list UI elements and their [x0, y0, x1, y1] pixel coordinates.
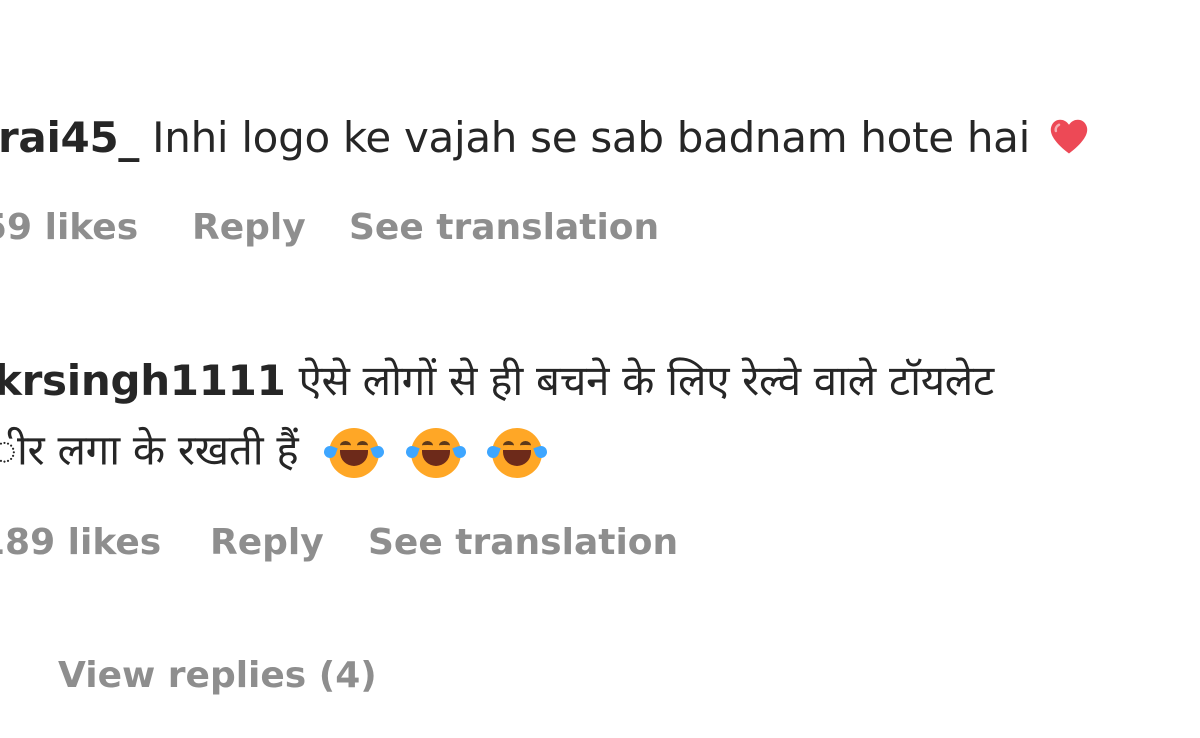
face-with-tears-of-joy-icon — [322, 428, 387, 478]
reply-button[interactable]: Reply — [210, 525, 324, 561]
comment-text: Inhi logo ke vajah se sab badnam hote ha… — [152, 113, 1030, 162]
comment-username[interactable]: krsingh1111 — [0, 356, 286, 405]
see-translation-button[interactable]: See translation — [349, 210, 659, 246]
comment-body-line2: ीर लगा के रखती हैं — [0, 425, 549, 478]
comment-body: rai45_ Inhi logo ke vajah se sab badnam … — [0, 116, 1089, 159]
face-with-tears-of-joy-icon — [403, 428, 468, 478]
comment-text-continued: ीर लगा के रखती हैं — [0, 425, 299, 475]
red-heart-icon — [1049, 116, 1089, 156]
comment-username[interactable]: rai45_ — [0, 113, 139, 162]
view-replies-label[interactable]: View replies (4) — [58, 658, 377, 694]
likes-count[interactable]: 189 likes — [0, 525, 161, 561]
reply-button[interactable]: Reply — [192, 210, 306, 246]
face-with-tears-of-joy-icon — [484, 428, 549, 478]
comment-body-line1: krsingh1111 ऐसे लोगों से ही बचने के लिए … — [0, 360, 994, 402]
comment-text: ऐसे लोगों से ही बचने के लिए रेल्वे वाले … — [298, 356, 995, 405]
see-translation-button[interactable]: See translation — [368, 525, 678, 561]
likes-count[interactable]: 59 likes — [0, 210, 138, 246]
